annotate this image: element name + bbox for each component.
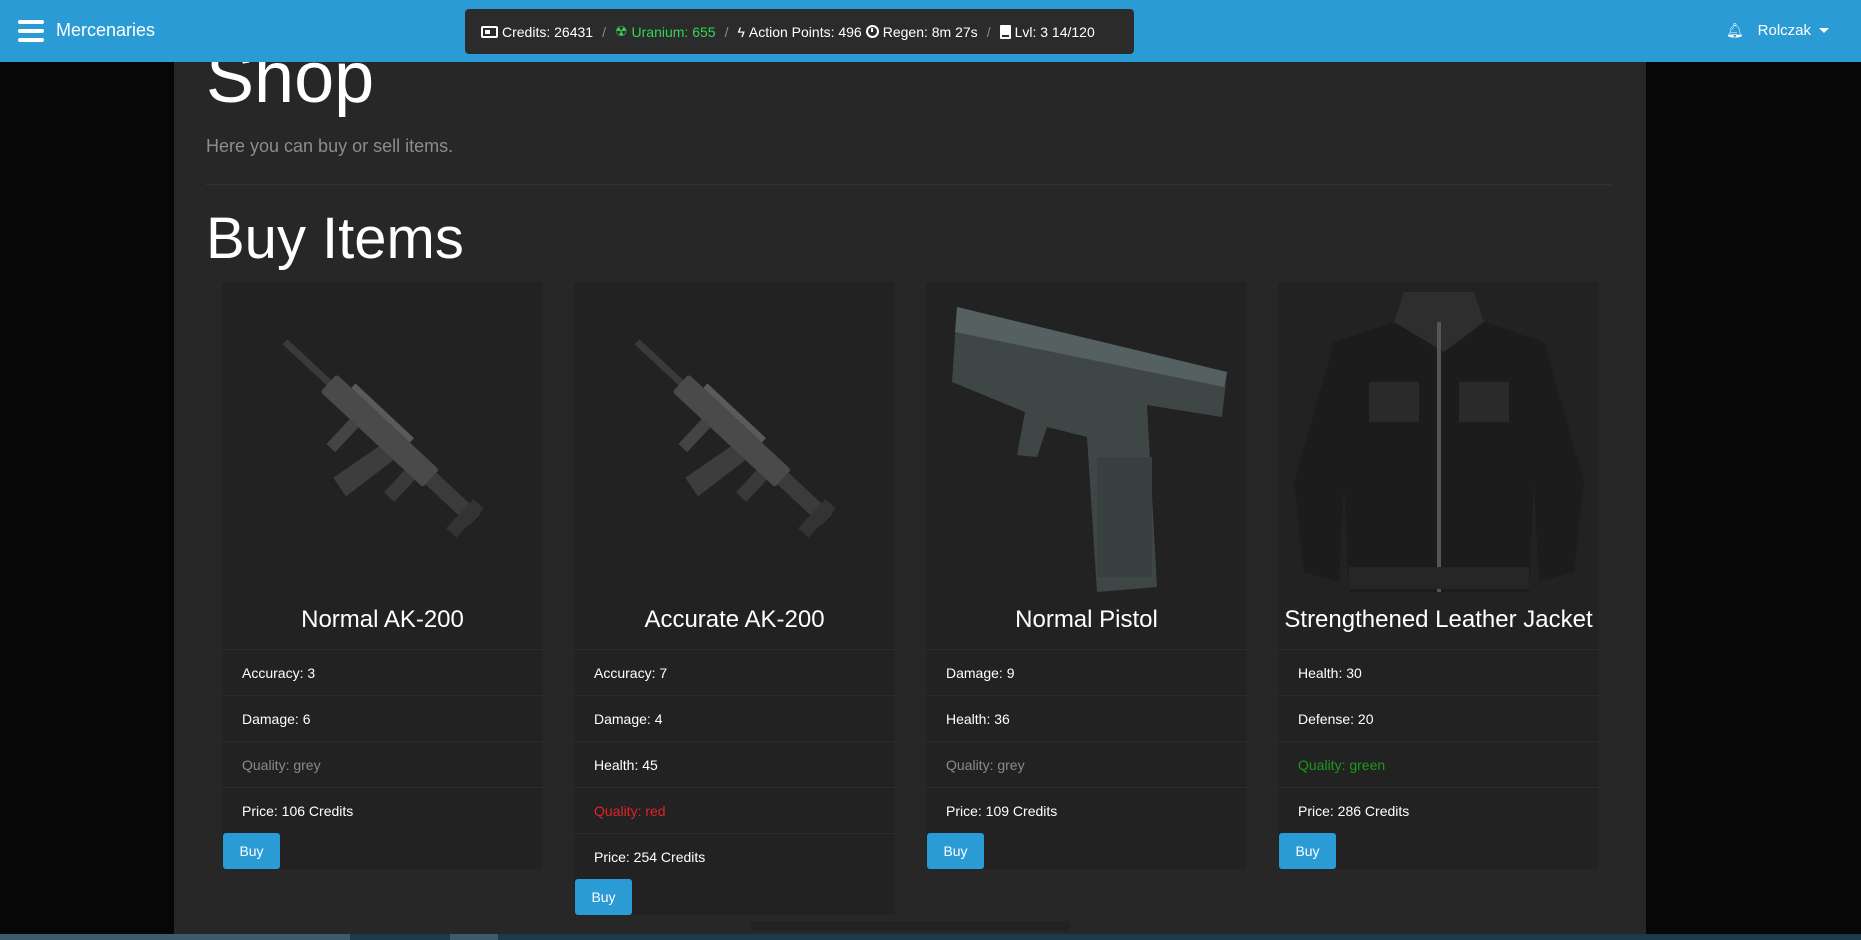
item-image xyxy=(222,282,543,602)
uranium-stat: ☢ Uranium: 655 xyxy=(615,23,716,40)
item-stat-row: Health: 30 xyxy=(1278,649,1599,695)
regen-label: Regen: 8m 27s xyxy=(882,23,978,40)
level-label: Lvl: 3 14/120 xyxy=(1014,23,1095,40)
chevron-down-icon[interactable] xyxy=(1819,28,1829,33)
item-stat-row: Damage: 9 xyxy=(926,649,1247,695)
item-image xyxy=(574,282,895,602)
stats-bar: Credits: 26431 / ☢ Uranium: 655 / ϟ Acti… xyxy=(465,9,1134,54)
pistol-icon xyxy=(951,307,1227,592)
book-icon xyxy=(999,24,1011,39)
item-name: Normal AK-200 xyxy=(301,606,464,633)
item-stat-row: Damage: 6 xyxy=(222,695,543,741)
leather-jacket-icon xyxy=(1293,292,1584,592)
item-quality-row: Quality: green xyxy=(1278,741,1599,787)
divider xyxy=(206,184,1611,185)
radiation-icon: ☢ xyxy=(614,23,628,39)
item-quality-row: Quality: grey xyxy=(222,741,543,787)
level-stat: Lvl: 3 14/120 xyxy=(999,23,1095,40)
horizontal-scrollbar[interactable] xyxy=(750,921,1070,931)
item-quality-row: Quality: grey xyxy=(926,741,1247,787)
item-price-row: Price: 254 Credits xyxy=(574,833,895,879)
credits-label: Credits: 26431 xyxy=(502,23,594,40)
uranium-label: Uranium: 655 xyxy=(631,23,716,40)
separator: / xyxy=(724,23,729,40)
item-stat-row: Damage: 4 xyxy=(574,695,895,741)
credits-stat: Credits: 26431 xyxy=(481,24,593,40)
username[interactable]: Rolczak xyxy=(1758,22,1811,39)
item-stat-row: Health: 36 xyxy=(926,695,1247,741)
buy-button[interactable]: Buy xyxy=(223,833,280,869)
item-stat-row: Accuracy: 3 xyxy=(222,649,543,695)
bell-icon[interactable]: 🔔︎ xyxy=(1726,22,1744,39)
top-navbar: Mercenaries Credits: 26431 / ☢ Uranium: … xyxy=(0,0,1861,62)
bottom-bar xyxy=(0,934,1861,940)
item-card: Normal AK-200 Accuracy: 3 Damage: 6 Qual… xyxy=(222,282,543,869)
credit-card-icon xyxy=(481,25,498,38)
item-image xyxy=(1278,282,1599,602)
assault-rifle-icon xyxy=(282,339,484,538)
menu-icon[interactable] xyxy=(18,20,44,42)
clock-icon xyxy=(865,25,879,38)
item-stat-row: Health: 45 xyxy=(574,741,895,787)
item-name: Normal Pistol xyxy=(1015,606,1158,633)
item-name: Strengthened Leather Jacket xyxy=(1284,606,1593,633)
bolt-icon: ϟ xyxy=(737,23,745,40)
item-price-row: Price: 109 Credits xyxy=(926,787,1247,833)
buy-button[interactable]: Buy xyxy=(575,879,632,915)
assault-rifle-icon xyxy=(634,339,836,538)
item-image xyxy=(926,282,1247,602)
item-price-row: Price: 286 Credits xyxy=(1278,787,1599,833)
item-stat-row: Defense: 20 xyxy=(1278,695,1599,741)
main-content: Shop Here you can buy or sell items. Buy… xyxy=(174,42,1646,940)
item-stat-row: Accuracy: 7 xyxy=(574,649,895,695)
page-subtitle: Here you can buy or sell items. xyxy=(206,136,454,156)
buy-button[interactable]: Buy xyxy=(927,833,984,869)
section-title: Buy Items xyxy=(206,206,464,271)
action-points-label: Action Points: 496 xyxy=(748,23,862,40)
separator: / xyxy=(602,23,606,40)
item-quality-row: Quality: red xyxy=(574,787,895,833)
item-card: Accurate AK-200 Accuracy: 7 Damage: 4 He… xyxy=(574,282,895,915)
user-menu[interactable]: 🔔︎ Rolczak xyxy=(1726,22,1829,39)
brand-title[interactable]: Mercenaries xyxy=(56,20,155,41)
buy-button[interactable]: Buy xyxy=(1279,833,1336,869)
item-card: Strengthened Leather Jacket Health: 30 D… xyxy=(1278,282,1599,869)
item-price-row: Price: 106 Credits xyxy=(222,787,543,833)
item-name: Accurate AK-200 xyxy=(644,606,825,633)
item-card: Normal Pistol Damage: 9 Health: 36 Quali… xyxy=(926,282,1247,869)
action-points-stat: ϟ Action Points: 496 Regen: 8m 27s xyxy=(737,24,977,40)
separator: / xyxy=(986,23,991,40)
